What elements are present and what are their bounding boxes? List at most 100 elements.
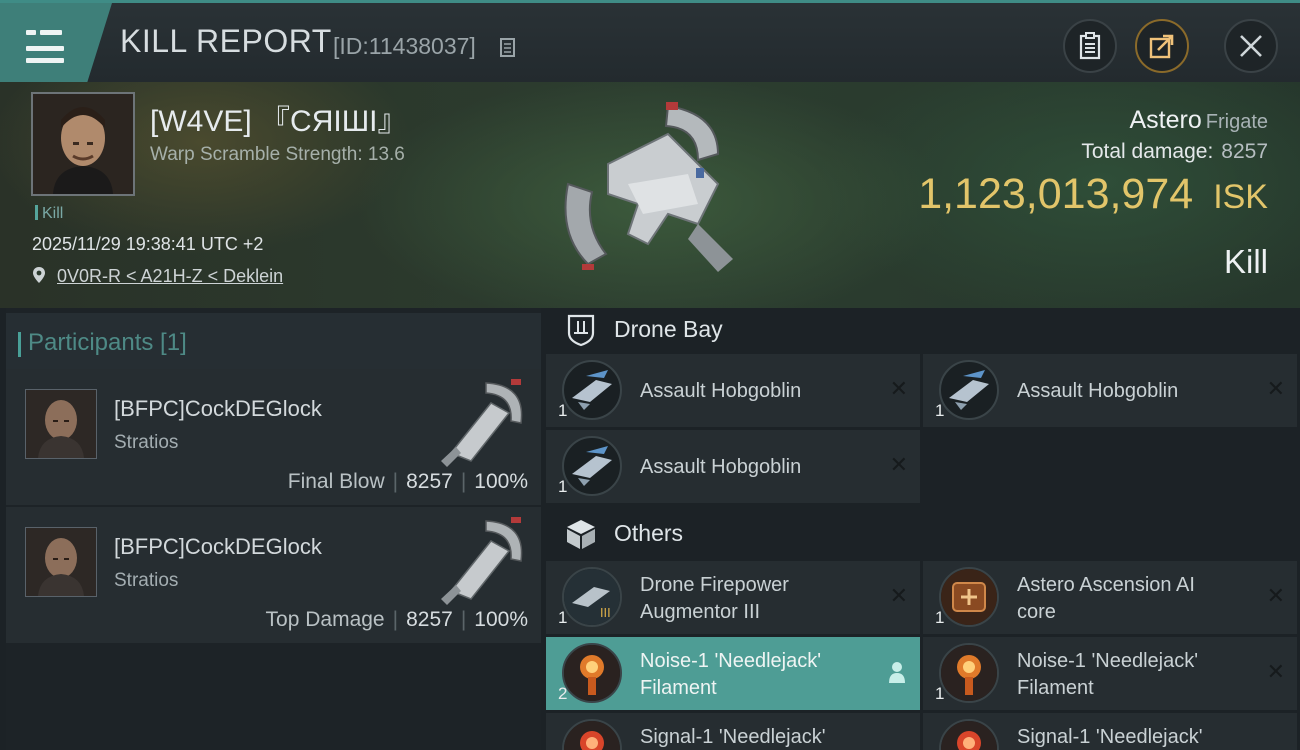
module-item[interactable]: Signal-1 'Needlejack' (546, 713, 920, 750)
destroyed-icon: ✕ (889, 584, 908, 609)
item-name-line2: core (1017, 601, 1056, 623)
item-name-line2: Filament (1017, 677, 1094, 699)
location-link[interactable]: 0V0R-R < A21H-Z < Deklein (57, 266, 283, 286)
participants-panel: Participants [1] [BFPC]CockDEGlock Strat… (6, 308, 541, 750)
item-quantity: 1 (558, 477, 568, 496)
victim-pilot-name[interactable]: [W4VE] 『CЯIШI』 (150, 96, 408, 140)
isk-value: 1,123,013,974 ISK (918, 170, 1268, 219)
participant-damage: 8257 (406, 608, 453, 631)
item-quantity: 1 (935, 401, 945, 420)
close-icon (1240, 35, 1262, 57)
drone-icon (562, 436, 622, 496)
participant-avatar[interactable] (25, 389, 97, 459)
participant-row[interactable]: [BFPC]CockDEGlock Stratios Final Blow | 82… (6, 369, 541, 505)
item-name: Noise-1 'Needlejack' Filament (640, 648, 821, 702)
participant-stats: Final Blow | 8257 | 100% (287, 470, 528, 493)
item-quantity: 1 (935, 608, 945, 627)
close-button[interactable] (1224, 19, 1278, 73)
participants-header: Participants [1] (6, 313, 541, 369)
filament-icon (939, 643, 999, 703)
participant-role: Final Blow (287, 470, 385, 493)
module-item[interactable]: 1 Assault Hobgoblin ✕ (546, 354, 920, 427)
item-quantity: 1 (935, 684, 945, 703)
drone-bay-header: Drone Bay (546, 308, 1298, 352)
participants-label: Participants [1] (18, 329, 187, 357)
participant-percent: 100% (474, 470, 528, 493)
total-damage-label: Total damage: (1081, 140, 1214, 163)
clipboard-icon (1079, 32, 1101, 60)
total-damage-value: 8257 (1221, 140, 1268, 163)
share-button[interactable] (1135, 19, 1189, 73)
participant-avatar[interactable] (25, 527, 97, 597)
others-title: Others (614, 520, 684, 546)
participant-role: Top Damage (265, 608, 385, 631)
participant-row[interactable]: [BFPC]CockDEGlock Stratios Top Damage | 82… (6, 507, 541, 643)
module-item[interactable]: Signal-1 'Needlejack' (923, 713, 1297, 750)
svg-text:III: III (600, 606, 611, 620)
item-name: Assault Hobgoblin (640, 456, 802, 478)
drone-bay-icon (567, 314, 595, 347)
item-quantity: 1 (558, 608, 568, 627)
dropped-to-player-icon (889, 662, 905, 683)
participant-percent: 100% (474, 608, 528, 631)
filament-icon (939, 719, 999, 750)
victim-panel: [W4VE] 『CЯIШI』 Warp Scramble Strength: 1… (0, 82, 1300, 308)
item-quantity: 2 (558, 684, 568, 703)
participant-name[interactable]: [BFPC]CockDEGlock (114, 396, 322, 422)
participant-stats: Top Damage | 8257 | 100% (265, 608, 528, 631)
drone-bay-title: Drone Bay (614, 316, 723, 342)
participant-ship-image[interactable] (431, 373, 531, 469)
copy-icon[interactable] (500, 38, 517, 58)
location-pin-icon (33, 267, 45, 283)
victim-ship-image[interactable] (548, 94, 748, 284)
menu-button[interactable] (0, 3, 112, 82)
kill-type-tag: Kill (35, 205, 63, 223)
item-name: Assault Hobgoblin (640, 380, 802, 402)
ai-core-icon (939, 567, 999, 627)
item-name: Astero Ascension AI core (1017, 572, 1195, 626)
total-damage: Total damage: 8257 (1081, 140, 1268, 164)
victim-ship-class: Frigate (1205, 111, 1268, 133)
isk-amount: 1,123,013,974 (918, 170, 1194, 218)
destroyed-icon: ✕ (1266, 660, 1285, 685)
others-header: Others (546, 512, 1298, 556)
participant-name[interactable]: [BFPC]CockDEGlock (114, 534, 322, 560)
drone-icon (939, 360, 999, 420)
item-name-line2: Filament (640, 677, 717, 699)
victim-portrait[interactable] (31, 92, 135, 196)
participant-damage: 8257 (406, 470, 453, 493)
clipboard-button[interactable] (1063, 19, 1117, 73)
cargo-box-icon (567, 520, 595, 549)
item-quantity: 1 (558, 401, 568, 420)
destroyed-icon: ✕ (889, 453, 908, 478)
filament-icon (562, 643, 622, 703)
destroyed-icon: ✕ (1266, 584, 1285, 609)
report-id: [ID:11438037] (333, 33, 476, 59)
item-name: Drone Firepower Augmentor III (640, 572, 789, 626)
victim-ship-name: Astero (1129, 106, 1202, 134)
item-name: Signal-1 'Needlejack' (1017, 726, 1203, 748)
module-item[interactable]: III 1 Drone Firepower Augmentor III ✕ (546, 561, 920, 634)
drone-icon (562, 360, 622, 420)
page-title: KILL REPORT (120, 23, 332, 59)
module-item[interactable]: 1 Assault Hobgoblin ✕ (546, 430, 920, 503)
share-icon (1149, 34, 1174, 59)
item-name: Signal-1 'Needlejack' (640, 726, 826, 748)
victim-ship[interactable]: Astero Frigate (1129, 106, 1268, 135)
item-name-line1: Noise-1 'Needlejack' (640, 650, 822, 672)
top-bar: KILL REPORT [ID:11438037] (0, 0, 1300, 82)
kill-datetime: 2025/11/29 19:38:41 UTC +2 (32, 234, 264, 254)
participant-ship: Stratios (114, 432, 179, 453)
module-item[interactable]: 1 Noise-1 'Needlejack' Filament ✕ (923, 637, 1297, 710)
item-name-line2: Augmentor III (640, 601, 761, 623)
module-item[interactable]: 2 Noise-1 'Needlejack' Filament (546, 637, 920, 710)
destroyed-icon: ✕ (889, 377, 908, 402)
kill-location[interactable]: 0V0R-R < A21H-Z < Deklein (32, 266, 283, 287)
menu-icon (26, 27, 64, 70)
module-item[interactable]: 1 Assault Hobgoblin ✕ (923, 354, 1297, 427)
module-item[interactable]: 1 Astero Ascension AI core ✕ (923, 561, 1297, 634)
isk-unit: ISK (1213, 178, 1268, 216)
participant-ship-image[interactable] (431, 511, 531, 607)
warp-scramble-strength: Warp Scramble Strength: 13.6 (150, 144, 405, 165)
item-name: Noise-1 'Needlejack' Filament (1017, 648, 1198, 702)
